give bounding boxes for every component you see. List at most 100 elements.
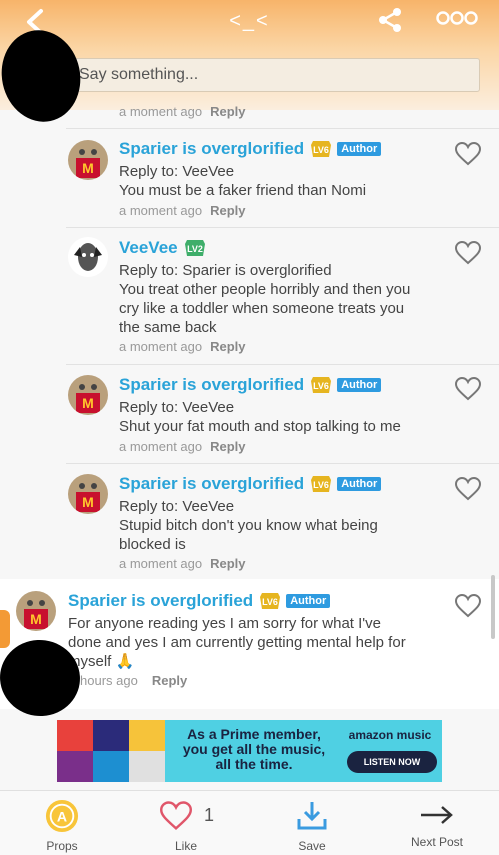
comment-text: Shut your fat mouth and stop talking to … <box>119 418 401 435</box>
post-title: <_< <box>229 10 270 32</box>
comment-meta: a moment ago Reply <box>119 339 246 354</box>
like-heart-icon[interactable] <box>160 801 192 831</box>
comment-meta: a moment ago Reply <box>119 203 246 218</box>
save-label: Save <box>298 839 326 853</box>
comment-text: You must be a faker friend than Nomi <box>119 182 367 199</box>
svg-text:LV6: LV6 <box>313 480 329 490</box>
svg-text:M: M <box>82 494 94 510</box>
heart-icon[interactable] <box>455 241 481 265</box>
username[interactable]: Sparier is overglorified <box>68 591 253 611</box>
ad-line: As a Prime member, <box>187 726 321 742</box>
divider <box>66 463 499 464</box>
ad-banner[interactable]: As a Prime member, you get all the music… <box>57 720 442 782</box>
author-badge: Author <box>337 142 382 156</box>
heart-icon[interactable] <box>455 594 481 618</box>
comment-time: a moment ago <box>119 339 203 354</box>
comment-body: Reply to: VeeVee You must be a faker fri… <box>119 162 459 200</box>
like-count: 1 <box>204 805 215 825</box>
level-badge-icon: LV6 <box>311 476 332 492</box>
svg-text:LV6: LV6 <box>313 145 329 155</box>
comment-body: Reply to: VeeVee Shut your fat mouth and… <box>119 398 459 436</box>
comment-time: a moment ago <box>119 439 203 454</box>
ad-line: all the time. <box>215 756 293 772</box>
reply-button[interactable]: Reply <box>210 439 245 454</box>
comment-time: a moment ago <box>119 104 203 119</box>
comment-body: Reply to: VeeVee Stupid bitch don't you … <box>119 497 459 554</box>
next-arrow-icon[interactable] <box>420 805 454 825</box>
side-menu-tab[interactable] <box>0 610 10 648</box>
author-badge: Author <box>286 594 331 608</box>
comment-text-line: Stupid bitch don't you know what being <box>119 517 378 534</box>
reply-button[interactable]: Reply <box>210 556 245 571</box>
svg-text:A: A <box>57 810 67 826</box>
listen-now-button[interactable]: LISTEN NOW <box>347 751 437 773</box>
ad-headline: As a Prime member, you get all the music… <box>169 727 339 772</box>
avatar[interactable]: M <box>68 474 108 514</box>
ad-brand-logo: amazon music <box>348 728 432 742</box>
scrollbar[interactable] <box>491 575 495 639</box>
author-badge: Author <box>337 477 382 491</box>
divider <box>66 364 499 365</box>
comment-meta: a moment ago Reply <box>119 439 246 454</box>
author-badge: Author <box>337 378 382 392</box>
comment-header: Sparier is overglorified LV6 Author <box>119 474 382 494</box>
comment-time: a moment ago <box>119 203 203 218</box>
share-icon[interactable] <box>376 6 404 34</box>
avatar[interactable] <box>68 237 108 277</box>
level-badge-icon: LV6 <box>260 593 281 609</box>
username[interactable]: VeeVee <box>119 238 178 258</box>
avatar[interactable]: M <box>16 591 56 631</box>
comment-meta: hours ago Reply <box>80 673 187 688</box>
reply-to-label: Reply to: VeeVee <box>119 163 235 180</box>
reply-to-label: Reply to: Sparier is overglorified <box>119 262 332 279</box>
divider <box>66 227 499 228</box>
comment-time: hours ago <box>80 673 138 688</box>
username[interactable]: Sparier is overglorified <box>119 474 304 494</box>
reply-to-label: Reply to: VeeVee <box>119 399 235 416</box>
comment-body: For anyone reading yes I am sorry for wh… <box>68 614 478 671</box>
ad-line: you get all the music, <box>182 741 326 757</box>
comment-meta: a moment ago Reply <box>119 104 246 119</box>
comment-meta: a moment ago Reply <box>119 556 246 571</box>
save-download-icon[interactable] <box>296 799 328 831</box>
heart-icon[interactable] <box>455 377 481 401</box>
username[interactable]: Sparier is overglorified <box>119 139 304 159</box>
comment-header: Sparier is overglorified LV6 Author <box>119 139 382 159</box>
props-label: Props <box>46 839 78 853</box>
heart-icon[interactable] <box>455 477 481 501</box>
level-badge-icon: LV6 <box>311 377 332 393</box>
comment-time: a moment ago <box>119 556 203 571</box>
svg-text:M: M <box>82 395 94 411</box>
svg-text:M: M <box>82 160 94 176</box>
level-badge-icon: LV6 <box>311 141 332 157</box>
reply-button[interactable]: Reply <box>210 339 245 354</box>
svg-text:LV6: LV6 <box>262 597 278 607</box>
next-post-label[interactable]: Next Post <box>402 835 472 849</box>
comment-body: Reply to: Sparier is overglorified You t… <box>119 261 459 337</box>
comment-text-line: myself 🙏 <box>68 653 135 670</box>
comment-text-line: blocked is <box>119 536 186 553</box>
comment-text-line: You treat other people horribly and then… <box>119 281 411 298</box>
level-badge-icon: LV2 <box>184 240 205 256</box>
reply-button[interactable]: Reply <box>152 673 187 688</box>
comment-text-line: done and yes I am currently getting ment… <box>68 634 406 651</box>
avatar[interactable]: M <box>68 375 108 415</box>
album-tiles-image <box>57 720 165 782</box>
divider <box>66 128 499 129</box>
username[interactable]: Sparier is overglorified <box>119 375 304 395</box>
comment-text-line: For anyone reading yes I am sorry for wh… <box>68 615 382 632</box>
comment-text-line: cry like a toddler when someone treats y… <box>119 300 405 317</box>
comment-header: Sparier is overglorified LV6 Author <box>119 375 382 395</box>
reply-button[interactable]: Reply <box>210 203 245 218</box>
props-coin-icon[interactable]: A <box>45 799 79 833</box>
like-label: Like <box>174 839 197 853</box>
svg-text:LV6: LV6 <box>313 381 329 391</box>
more-options-icon[interactable] <box>436 10 478 26</box>
comment-header: VeeVee LV2 <box>119 238 206 258</box>
reply-button[interactable]: Reply <box>210 104 245 119</box>
comment-input[interactable]: Say something... <box>66 58 480 92</box>
avatar[interactable]: M <box>68 140 108 180</box>
svg-text:LV2: LV2 <box>187 244 203 254</box>
comment-header: Sparier is overglorified LV6 Author <box>68 591 331 611</box>
heart-icon[interactable] <box>455 142 481 166</box>
